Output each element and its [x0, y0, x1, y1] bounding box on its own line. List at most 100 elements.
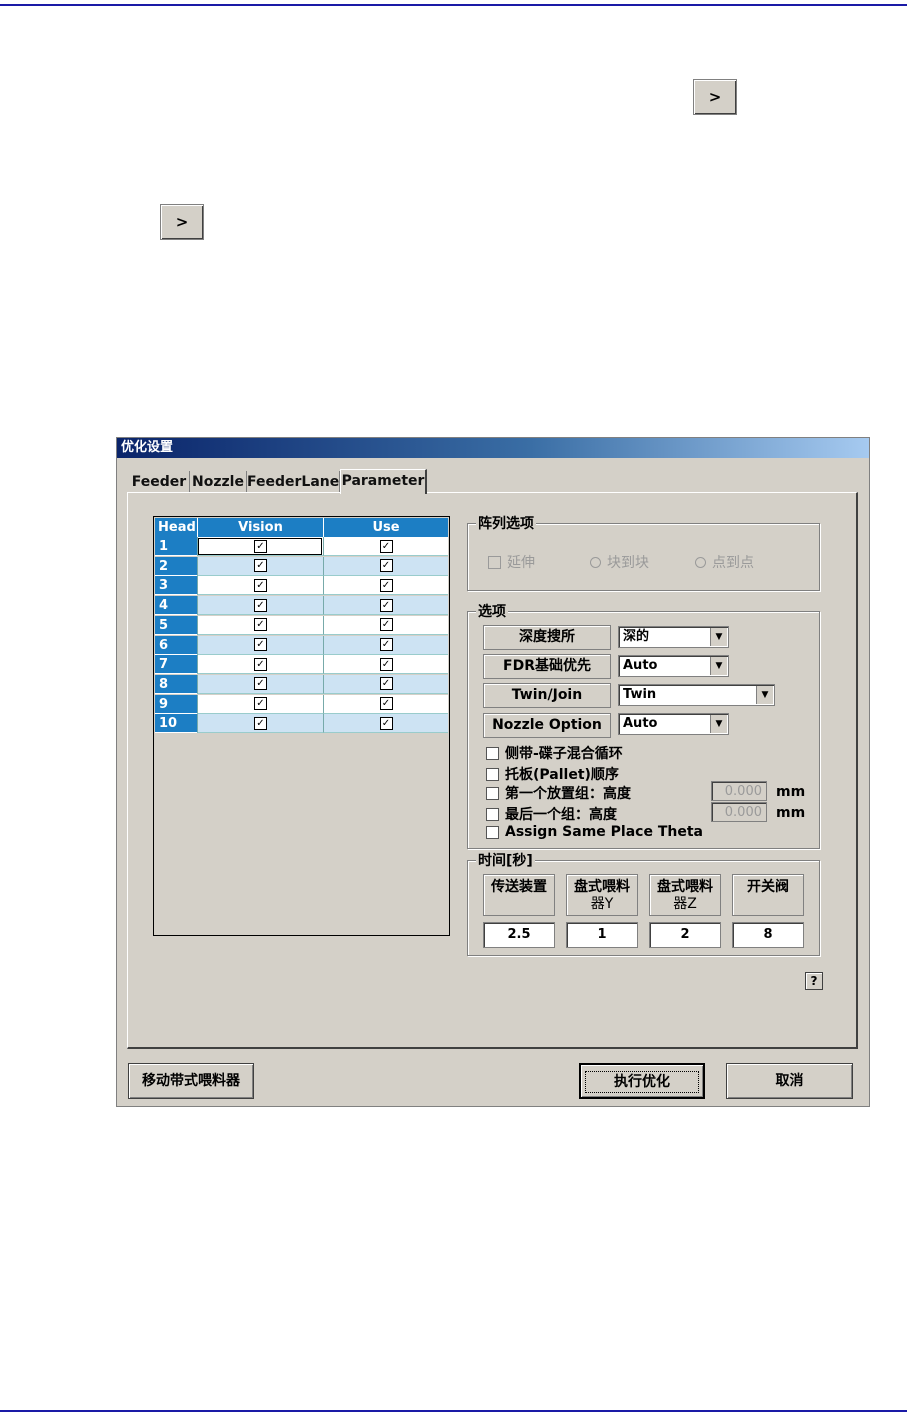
run-optimize-button[interactable]: 执行优化	[579, 1063, 705, 1099]
vision-cell[interactable]: ✓	[197, 694, 323, 714]
vision-checkbox[interactable]: ✓	[254, 539, 267, 553]
tray-feeder-z-input[interactable]: 2	[649, 922, 721, 948]
head-number: 6	[155, 635, 197, 655]
vision-cell[interactable]: ✓	[197, 714, 323, 734]
col-head: Head	[158, 520, 196, 535]
chevron-down-icon[interactable]: ▼	[710, 715, 727, 733]
chevron-down-icon[interactable]: ▼	[756, 686, 773, 704]
use-cell[interactable]: ✓	[323, 556, 448, 576]
bottom-rule	[0, 1410, 907, 1412]
array-options-title: 阵列选项	[476, 513, 536, 533]
twin-join-select[interactable]: Twin ▼	[618, 684, 775, 706]
vision-cell[interactable]: ✓	[197, 576, 323, 596]
first-height-unit: mm	[776, 784, 806, 800]
block-to-block-label: 块到块	[607, 555, 649, 571]
use-cell[interactable]: ✓	[323, 537, 448, 556]
conveyor-time-input[interactable]: 2.5	[483, 922, 555, 948]
vision-checkbox[interactable]: ✓	[254, 618, 267, 632]
cancel-button[interactable]: 取消	[726, 1063, 853, 1099]
conveyor-time-label: 传送装置	[483, 874, 555, 916]
vision-cell[interactable]: ✓	[197, 674, 323, 694]
head-table-header: Head Vision Use	[155, 518, 448, 537]
next-button-left[interactable]: >	[160, 204, 204, 240]
use-cell[interactable]: ✓	[323, 615, 448, 635]
nozzle-option-label: Nozzle Option	[483, 713, 611, 738]
next-button-top-right[interactable]: >	[693, 79, 737, 115]
tray-feeder-y-label: 盘式喂料 器Y	[566, 874, 638, 916]
nozzle-option-select[interactable]: Auto ▼	[618, 713, 729, 735]
mixed-cycle-label: 侧带-碟子混合循环	[505, 746, 623, 762]
first-group-height-checkbox[interactable]: 第一个放置组：高度	[486, 783, 631, 803]
extend-checkbox[interactable]: 延伸	[488, 552, 535, 572]
first-group-height-label: 第一个放置组：高度	[505, 786, 631, 802]
vision-checkbox[interactable]: ✓	[254, 677, 267, 691]
use-checkbox[interactable]: ✓	[379, 716, 393, 730]
tab-feederlane[interactable]: FeederLane	[247, 471, 340, 493]
twin-join-label: Twin/Join	[483, 683, 611, 708]
use-cell[interactable]: ✓	[323, 694, 448, 714]
pallet-order-checkbox[interactable]: 托板(Pallet)顺序	[486, 764, 619, 784]
assign-same-theta-label: Assign Same Place Theta	[505, 824, 703, 840]
vision-checkbox[interactable]: ✓	[254, 716, 267, 730]
point-to-point-radio[interactable]: 点到点	[695, 552, 754, 572]
vision-cell[interactable]: ✓	[197, 655, 323, 675]
table-row: 10 ✓ ✓	[155, 714, 448, 734]
head-number: 10	[155, 714, 197, 734]
vision-cell[interactable]: ✓	[197, 615, 323, 635]
chevron-down-icon[interactable]: ▼	[710, 657, 727, 675]
vision-checkbox[interactable]: ✓	[254, 598, 267, 612]
use-checkbox[interactable]: ✓	[379, 578, 393, 592]
use-checkbox[interactable]: ✓	[379, 598, 393, 612]
block-to-block-radio[interactable]: 块到块	[590, 552, 649, 572]
table-row: 5 ✓ ✓	[155, 615, 448, 635]
use-checkbox[interactable]: ✓	[379, 539, 393, 553]
fdr-priority-select[interactable]: Auto ▼	[618, 655, 729, 677]
tab-parameter[interactable]: Parameter	[340, 469, 427, 494]
use-checkbox[interactable]: ✓	[379, 677, 393, 691]
tab-feeder[interactable]: Feeder	[129, 471, 190, 493]
tray-feeder-y-input[interactable]: 1	[566, 922, 638, 948]
use-cell[interactable]: ✓	[323, 714, 448, 734]
use-cell[interactable]: ✓	[323, 596, 448, 616]
head-number: 2	[155, 556, 197, 576]
use-checkbox[interactable]: ✓	[379, 638, 393, 651]
vision-checkbox[interactable]: ✓	[254, 657, 267, 671]
point-to-point-label: 点到点	[712, 555, 754, 571]
use-cell[interactable]: ✓	[323, 635, 448, 655]
use-cell[interactable]: ✓	[323, 576, 448, 596]
use-checkbox[interactable]: ✓	[379, 697, 393, 711]
vision-checkbox[interactable]: ✓	[254, 559, 267, 573]
vision-cell[interactable]: ✓	[197, 596, 323, 616]
help-icon[interactable]: ?	[805, 972, 823, 990]
head-number: 9	[155, 694, 197, 714]
use-checkbox[interactable]: ✓	[379, 559, 393, 573]
use-checkbox[interactable]: ✓	[379, 657, 393, 671]
last-group-height-checkbox[interactable]: 最后一个组：高度	[486, 804, 617, 824]
chevron-down-icon[interactable]: ▼	[710, 628, 727, 646]
valve-time-input[interactable]: 8	[732, 922, 804, 948]
mixed-cycle-checkbox[interactable]: 侧带-碟子混合循环	[486, 743, 623, 763]
vision-cell[interactable]: ✓	[197, 556, 323, 576]
fdr-priority-value: Auto	[623, 658, 658, 673]
use-cell[interactable]: ✓	[323, 674, 448, 694]
vision-checkbox[interactable]: ✓	[254, 697, 267, 711]
table-row: 3 ✓ ✓	[155, 576, 448, 596]
table-row: 6 ✓ ✓	[155, 635, 448, 655]
run-optimize-label: 执行优化	[585, 1071, 699, 1093]
assign-same-theta-checkbox[interactable]: Assign Same Place Theta	[486, 824, 703, 840]
vision-cell[interactable]: ✓	[197, 635, 323, 655]
extend-label: 延伸	[507, 555, 535, 571]
tab-nozzle[interactable]: Nozzle	[190, 471, 247, 493]
last-height-input[interactable]: 0.000	[711, 802, 767, 822]
col-use: Use	[323, 518, 448, 537]
vision-cell[interactable]: ✓	[197, 537, 323, 556]
table-row: 8 ✓ ✓	[155, 674, 448, 694]
use-cell[interactable]: ✓	[323, 655, 448, 675]
use-checkbox[interactable]: ✓	[379, 618, 393, 632]
depth-search-select[interactable]: 深的 ▼	[618, 626, 729, 648]
first-height-input[interactable]: 0.000	[711, 781, 767, 801]
vision-checkbox[interactable]: ✓	[254, 578, 267, 592]
move-tape-feeder-button[interactable]: 移动带式喂料器	[128, 1063, 254, 1099]
vision-checkbox[interactable]: ✓	[254, 638, 267, 651]
last-height-unit: mm	[776, 805, 806, 821]
